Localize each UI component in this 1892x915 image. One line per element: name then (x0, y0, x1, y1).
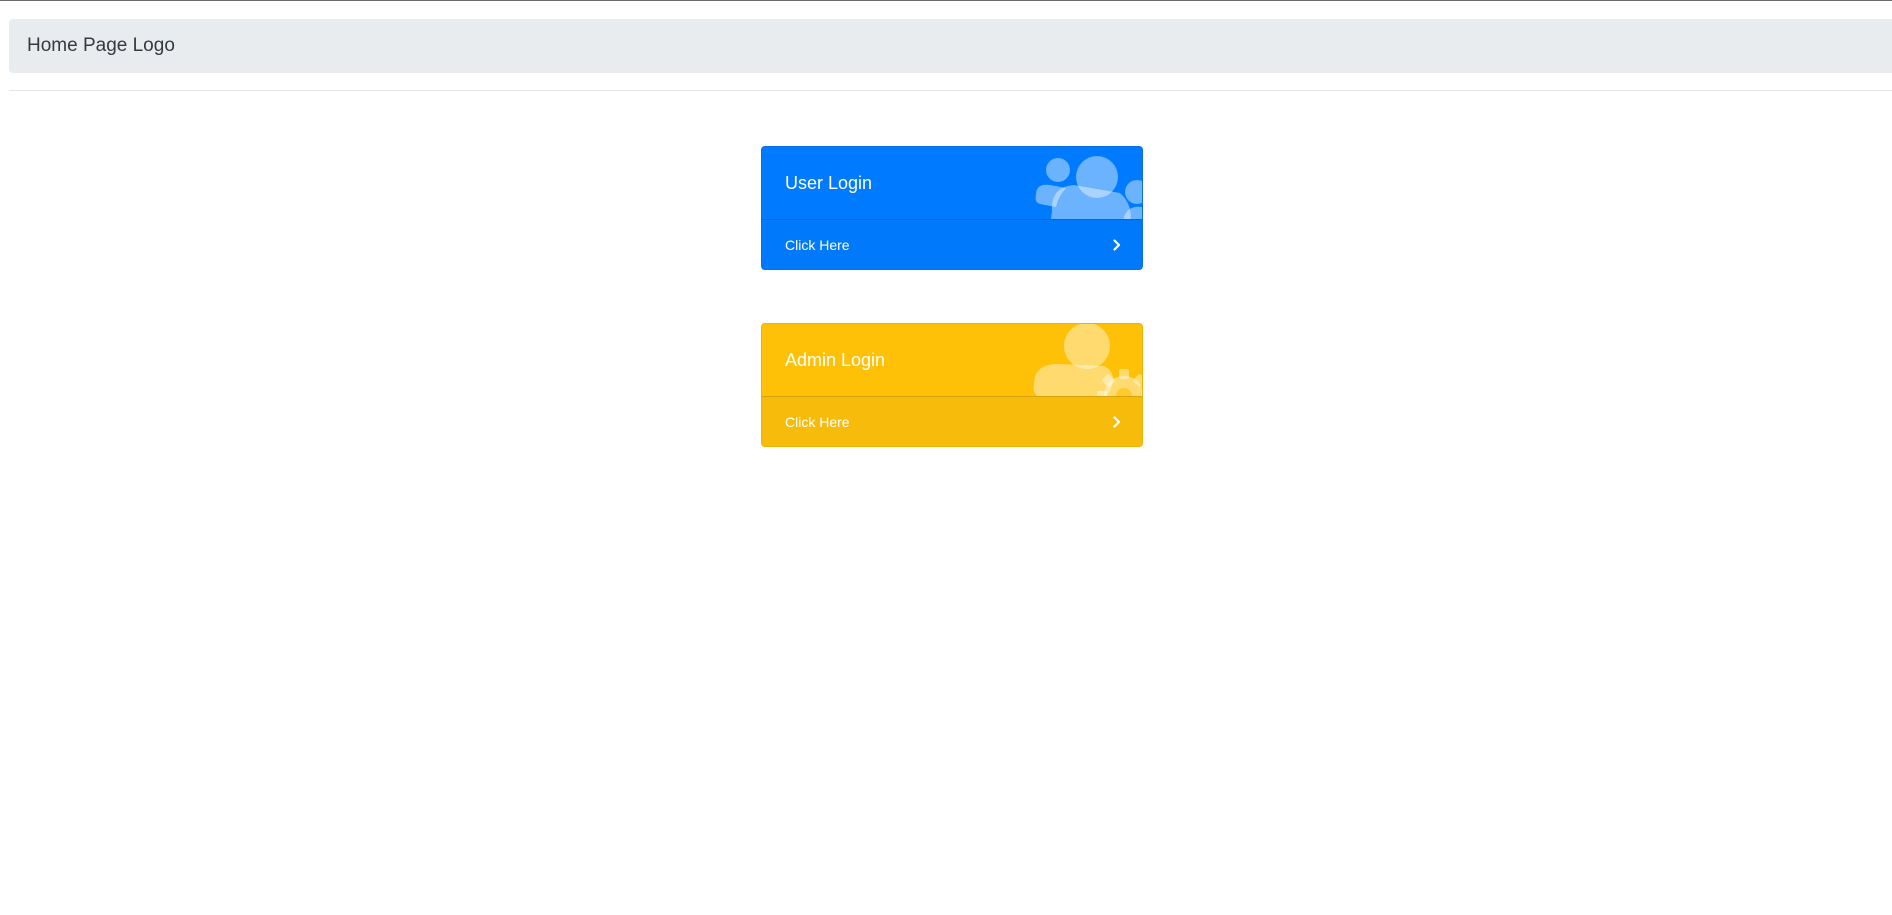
admin-login-card[interactable]: Admin Login Click Here (761, 323, 1143, 447)
navbar-brand-link[interactable]: Home Page Logo (27, 19, 175, 73)
card-footer-link[interactable]: Click Here (762, 396, 1142, 446)
chevron-right-icon (1113, 239, 1121, 251)
card-body: User Login (762, 147, 1142, 219)
card-footer-link[interactable]: Click Here (762, 219, 1142, 269)
card-body: Admin Login (762, 324, 1142, 396)
click-here-link[interactable]: Click Here (785, 397, 850, 446)
window-top-edge (0, 0, 1892, 1)
navbar: Home Page Logo (9, 19, 1892, 73)
card-title: User Login (785, 173, 873, 193)
chevron-right-icon (1113, 416, 1121, 428)
click-here-link[interactable]: Click Here (785, 220, 850, 269)
card-title: Admin Login (785, 350, 886, 370)
header-divider (9, 90, 1892, 91)
user-login-card[interactable]: User Login Click Here (761, 146, 1143, 270)
